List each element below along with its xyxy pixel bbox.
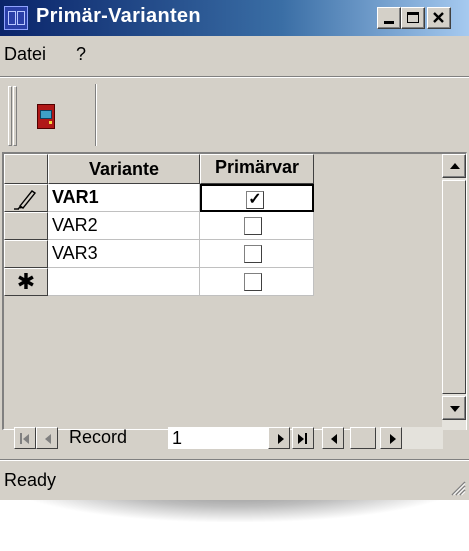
row-selector-current[interactable]	[4, 184, 48, 212]
status-divider	[0, 459, 469, 461]
toolbar	[0, 78, 469, 150]
vertical-scrollbar[interactable]	[442, 154, 466, 430]
cell-primaervar[interactable]	[200, 212, 314, 240]
row-selector[interactable]	[4, 212, 48, 240]
primaer-checkbox[interactable]: ✓	[246, 191, 264, 209]
cell-variante-new[interactable]	[48, 268, 200, 296]
scroll-left-button[interactable]	[322, 427, 344, 449]
scroll-right-button[interactable]	[380, 427, 402, 449]
cell-variante[interactable]: VAR2	[48, 212, 200, 240]
previous-icon	[45, 434, 51, 444]
arrow-left-icon	[331, 434, 337, 444]
app-window: Primär-Varianten Datei ? Variante Primär…	[0, 0, 469, 500]
close-button[interactable]	[427, 7, 451, 29]
app-icon[interactable]	[4, 6, 28, 30]
record-number-field[interactable]: 1	[168, 427, 268, 449]
toolbar-separator	[95, 84, 97, 146]
record-label: Record	[69, 427, 128, 447]
previous-record-button[interactable]	[36, 427, 58, 449]
toolbar-grip[interactable]	[8, 86, 12, 146]
maximize-icon	[407, 12, 419, 23]
scroll-thumb[interactable]	[442, 180, 466, 394]
close-icon	[433, 12, 444, 23]
status-bar: Ready	[0, 462, 469, 500]
minimize-button[interactable]	[377, 7, 401, 29]
arrow-down-icon	[450, 406, 460, 412]
exit-button[interactable]	[34, 104, 58, 130]
cell-primaervar[interactable]: ✓	[200, 184, 314, 212]
pencil-icon	[14, 190, 37, 210]
record-navigator: Record 1	[14, 427, 454, 451]
column-header-primaervar[interactable]: Primärvar	[200, 154, 314, 184]
horizontal-scroll-thumb[interactable]	[350, 427, 376, 449]
minimize-icon	[384, 21, 394, 24]
title-bar[interactable]: Primär-Varianten	[0, 0, 469, 36]
row-selector-new[interactable]: ✱	[4, 268, 48, 296]
maximize-button[interactable]	[401, 7, 425, 29]
scroll-up-button[interactable]	[442, 154, 466, 178]
asterisk-icon: ✱	[16, 269, 36, 294]
next-record-button[interactable]	[268, 427, 290, 449]
menu-bar: Datei ?	[0, 36, 469, 74]
cell-variante[interactable]: VAR1	[48, 184, 200, 212]
cell-primaervar[interactable]	[200, 240, 314, 268]
primaer-checkbox[interactable]	[244, 245, 262, 263]
window-title: Primär-Varianten	[36, 5, 201, 27]
first-record-button[interactable]	[14, 427, 36, 449]
menu-item-help[interactable]: ?	[76, 44, 86, 65]
row-selector[interactable]	[4, 240, 48, 268]
last-record-button[interactable]	[292, 427, 314, 449]
primaer-checkbox[interactable]	[244, 273, 262, 291]
menu-item-datei[interactable]: Datei	[4, 44, 46, 65]
cell-variante[interactable]: VAR3	[48, 240, 200, 268]
next-icon	[278, 434, 284, 444]
toolbar-grip-2	[13, 86, 17, 146]
datasheet-grid: Variante Primärvar VAR1 ✓ VAR2 VAR3 ✱	[2, 152, 467, 430]
scroll-down-button[interactable]	[442, 396, 466, 420]
arrow-up-icon	[450, 163, 460, 169]
column-header-variante[interactable]: Variante	[48, 154, 200, 184]
primaer-checkbox[interactable]	[244, 217, 262, 235]
resize-grip-icon[interactable]	[448, 478, 466, 496]
select-all-corner[interactable]	[4, 154, 48, 184]
cell-primaervar-new[interactable]	[200, 268, 314, 296]
arrow-right-icon	[390, 434, 396, 444]
status-text: Ready	[4, 470, 57, 490]
